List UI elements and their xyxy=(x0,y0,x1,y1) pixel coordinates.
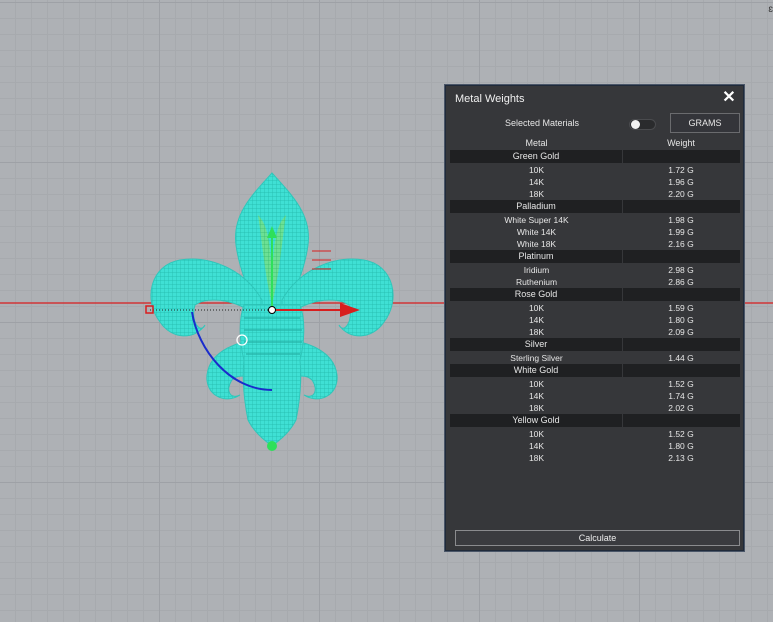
weight-cell: 2.09 G xyxy=(668,327,694,337)
weight-cell: 1.52 G xyxy=(668,429,694,439)
metal-cell: Sterling Silver xyxy=(510,353,563,363)
table-row: 10K 1.52 G xyxy=(450,378,740,390)
table-row: 10K 1.72 G xyxy=(450,164,740,176)
metal-cell: 10K xyxy=(528,303,545,313)
group-weight-cell xyxy=(623,200,740,213)
panel-controls: Selected Materials GRAMS xyxy=(446,112,743,138)
metal-cell: 18K xyxy=(528,453,545,463)
table-header: Metal Weight xyxy=(450,137,740,150)
table-row: 14K 1.80 G xyxy=(450,314,740,326)
table-row: 14K 1.74 G xyxy=(450,390,740,402)
weights-table: Metal Weight Green Gold 10K 1.72 G 14K 1.96 … xyxy=(450,137,740,464)
group-name: Silver xyxy=(450,338,622,351)
group-weight-cell xyxy=(623,150,740,163)
metal-cell: Ruthenium xyxy=(515,277,558,287)
table-row: 18K 2.13 G xyxy=(450,452,740,464)
table-row: White Super 14K 1.98 G xyxy=(450,214,740,226)
corner-marker-icon: ɛ xyxy=(768,4,773,15)
weight-cell: 2.20 G xyxy=(668,189,694,199)
weight-cell: 1.44 G xyxy=(668,353,694,363)
group-header: Rose Gold xyxy=(450,288,740,301)
group-header: Yellow Gold xyxy=(450,414,740,427)
metal-cell: 18K xyxy=(528,189,545,199)
metal-cell: 10K xyxy=(528,429,545,439)
metal-cell: White 14K xyxy=(516,227,557,237)
metal-weights-panel: Metal Weights ✕ Selected Materials GRAMS… xyxy=(445,85,744,551)
group-name: Yellow Gold xyxy=(450,414,622,427)
group-header: Green Gold xyxy=(450,150,740,163)
weight-cell: 1.80 G xyxy=(668,315,694,325)
group-weight-cell xyxy=(623,250,740,263)
group-header: White Gold xyxy=(450,364,740,377)
group-weight-cell xyxy=(623,414,740,427)
weight-cell: 1.98 G xyxy=(668,215,694,225)
group-header: Platinum xyxy=(450,250,740,263)
metal-cell: White 18K xyxy=(516,239,557,249)
table-row: 14K 1.96 G xyxy=(450,176,740,188)
close-icon[interactable]: ✕ xyxy=(721,89,737,107)
table-row: 18K 2.02 G xyxy=(450,402,740,414)
weight-cell: 1.99 G xyxy=(668,227,694,237)
metal-cell: 10K xyxy=(528,165,545,175)
weight-cell: 1.74 G xyxy=(668,391,694,401)
selected-materials-toggle[interactable] xyxy=(629,119,656,130)
weight-cell: 1.72 G xyxy=(668,165,694,175)
table-row: 18K 2.20 G xyxy=(450,188,740,200)
table-row: White 14K 1.99 G xyxy=(450,226,740,238)
group-header: Palladium xyxy=(450,200,740,213)
weight-cell: 2.86 G xyxy=(668,277,694,287)
metal-cell: 18K xyxy=(528,327,545,337)
col-header-weight: Weight xyxy=(667,138,695,148)
weight-cell: 1.80 G xyxy=(668,441,694,451)
calculate-button[interactable]: Calculate xyxy=(455,530,740,546)
metal-cell: White Super 14K xyxy=(504,215,569,225)
weight-cell: 2.02 G xyxy=(668,403,694,413)
panel-title: Metal Weights xyxy=(455,93,525,105)
weight-cell: 2.98 G xyxy=(668,265,694,275)
group-name: Green Gold xyxy=(450,150,622,163)
weight-cell: 1.96 G xyxy=(668,177,694,187)
panel-header: Metal Weights ✕ xyxy=(446,86,743,112)
metal-cell: 10K xyxy=(528,379,545,389)
group-weight-cell xyxy=(623,364,740,377)
weight-cell: 2.13 G xyxy=(668,453,694,463)
metal-cell: 14K xyxy=(528,315,545,325)
weight-cell: 1.59 G xyxy=(668,303,694,313)
group-name: Palladium xyxy=(450,200,622,213)
selected-materials-label: Selected Materials xyxy=(505,118,580,128)
table-row: 18K 2.09 G xyxy=(450,326,740,338)
table-row: White 18K 2.16 G xyxy=(450,238,740,250)
table-row: 14K 1.80 G xyxy=(450,440,740,452)
group-weight-cell xyxy=(623,338,740,351)
unit-button[interactable]: GRAMS xyxy=(670,113,740,133)
metal-cell: 18K xyxy=(528,403,545,413)
table-row: Ruthenium 2.86 G xyxy=(450,276,740,288)
col-header-metal: Metal xyxy=(525,138,548,148)
group-header: Silver xyxy=(450,338,740,351)
metal-cell: 14K xyxy=(528,441,545,451)
table-row: Iridium 2.98 G xyxy=(450,264,740,276)
group-name: Rose Gold xyxy=(450,288,622,301)
metal-cell: Iridium xyxy=(523,265,550,275)
weight-cell: 1.52 G xyxy=(668,379,694,389)
weight-cell: 2.16 G xyxy=(668,239,694,249)
metal-cell: 14K xyxy=(528,177,545,187)
metal-cell: 14K xyxy=(528,391,545,401)
group-name: White Gold xyxy=(450,364,622,377)
scale-handle xyxy=(145,305,154,314)
group-name: Platinum xyxy=(450,250,622,263)
group-weight-cell xyxy=(623,288,740,301)
table-row: 10K 1.59 G xyxy=(450,302,740,314)
toggle-knob xyxy=(631,120,640,129)
table-row: 10K 1.52 G xyxy=(450,428,740,440)
table-row: Sterling Silver 1.44 G xyxy=(450,352,740,364)
